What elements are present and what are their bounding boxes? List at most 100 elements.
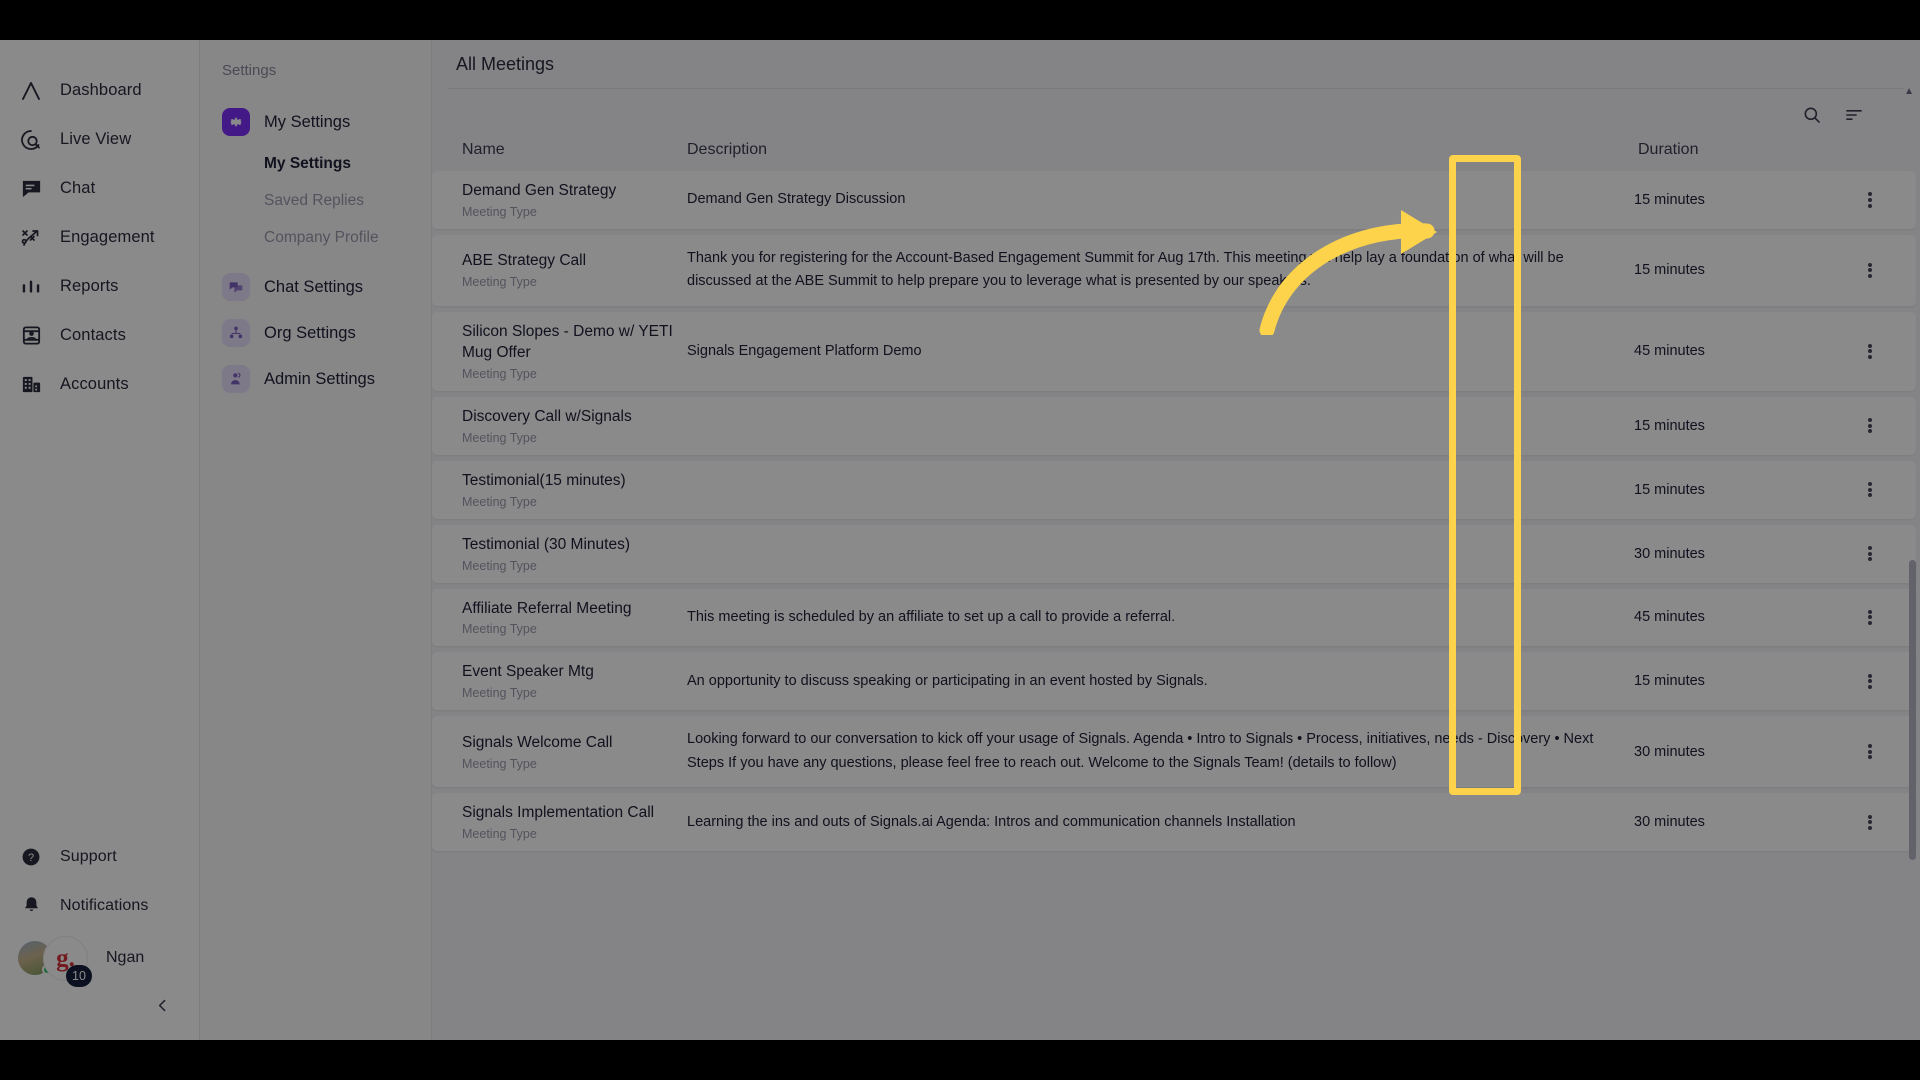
column-header-description: Description bbox=[687, 141, 768, 158]
table-row[interactable]: Testimonial(15 minutes) Meeting Type 15 mi… bbox=[432, 460, 1916, 519]
row-actions-cell bbox=[1824, 342, 1916, 360]
chevron-left-icon[interactable] bbox=[147, 990, 177, 1020]
profile-name: Ngan bbox=[106, 949, 145, 966]
row-name-cell: Signals Implementation Call Meeting Type bbox=[432, 793, 687, 851]
settings-subitem-company-profile[interactable]: Company Profile bbox=[200, 219, 431, 256]
live-view-icon bbox=[18, 127, 44, 153]
row-duration: 15 minutes bbox=[1634, 481, 1705, 498]
row-name-cell: Signals Welcome Call Meeting Type bbox=[432, 723, 687, 781]
row-name-cell: ABE Strategy Call Meeting Type bbox=[432, 241, 687, 299]
table-row[interactable]: Event Speaker Mtg Meeting Type An opportun… bbox=[432, 652, 1916, 711]
notification-count-badge: 10 bbox=[66, 965, 92, 987]
table-row[interactable]: Discovery Call w/Signals Meeting Type 15 m… bbox=[432, 396, 1916, 455]
row-actions-cell bbox=[1824, 480, 1916, 498]
kebab-menu-icon[interactable] bbox=[1824, 261, 1916, 279]
row-title: Testimonial(15 minutes) bbox=[462, 471, 626, 489]
row-subtitle: Meeting Type bbox=[462, 275, 537, 290]
sidebar-item-engagement[interactable]: Engagement bbox=[0, 213, 199, 262]
table-row[interactable]: Silicon Slopes - Demo w/ YETI Mug Offer M… bbox=[432, 311, 1916, 391]
sidebar-item-support[interactable]: ? Support bbox=[0, 832, 199, 881]
sidebar-item-label: Support bbox=[60, 847, 117, 865]
row-name-cell: Demand Gen Strategy Meeting Type bbox=[432, 171, 687, 229]
row-duration-cell: 30 minutes bbox=[1634, 546, 1824, 562]
search-icon[interactable] bbox=[1802, 105, 1822, 125]
sidebar-item-notifications[interactable]: Notifications bbox=[0, 881, 199, 930]
row-name-cell: Discovery Call w/Signals Meeting Type bbox=[432, 397, 687, 455]
sidebar-item-chat[interactable]: Chat bbox=[0, 164, 199, 213]
row-title: Silicon Slopes - Demo w/ YETI Mug Offer bbox=[462, 322, 673, 361]
user-profile[interactable]: g. 10 Ngan bbox=[0, 930, 199, 987]
row-title: Event Speaker Mtg bbox=[462, 663, 594, 681]
settings-item-my-settings[interactable]: My Settings bbox=[200, 99, 431, 145]
scroll-up-arrow[interactable]: ▲ bbox=[1904, 86, 1914, 97]
row-description: This meeting is scheduled by an affiliat… bbox=[687, 608, 1176, 625]
sidebar-top-group: Dashboard Live View Chat Engagement Repo… bbox=[0, 40, 199, 409]
table-row[interactable]: Demand Gen Strategy Meeting Type Demand Ge… bbox=[432, 171, 1916, 229]
settings-subitem-label: My Settings bbox=[264, 154, 351, 172]
row-description: Demand Gen Strategy Discussion bbox=[687, 191, 906, 208]
row-title: Demand Gen Strategy bbox=[462, 182, 617, 199]
row-actions-cell bbox=[1824, 191, 1916, 209]
kebab-menu-icon[interactable] bbox=[1824, 191, 1916, 209]
row-description-cell: Learning the ins and outs of Signals.ai … bbox=[687, 799, 1634, 846]
org-users-icon bbox=[222, 319, 250, 347]
table-row[interactable]: Testimonial (30 Minutes) Meeting Type 30 m… bbox=[432, 524, 1916, 583]
kebab-menu-icon[interactable] bbox=[1824, 743, 1916, 761]
kebab-menu-icon[interactable] bbox=[1824, 480, 1916, 498]
row-duration-cell: 15 minutes bbox=[1634, 673, 1824, 689]
sidebar-item-contacts[interactable]: Contacts bbox=[0, 311, 199, 360]
row-description-cell: Signals Engagement Platform Demo bbox=[687, 328, 1634, 375]
kebab-menu-icon[interactable] bbox=[1824, 342, 1916, 360]
settings-subitem-my-settings[interactable]: My Settings bbox=[200, 145, 431, 182]
kebab-menu-icon[interactable] bbox=[1824, 672, 1916, 690]
row-duration-cell: 15 minutes bbox=[1634, 482, 1824, 498]
sidebar-item-dashboard[interactable]: Dashboard bbox=[0, 66, 199, 115]
chat-icon bbox=[18, 176, 44, 202]
row-duration: 30 minutes bbox=[1634, 814, 1705, 831]
settings-item-label: Admin Settings bbox=[264, 369, 375, 388]
row-actions-cell bbox=[1824, 417, 1916, 435]
row-description: Learning the ins and outs of Signals.ai … bbox=[687, 813, 1296, 830]
sidebar-item-label: Engagement bbox=[60, 228, 155, 246]
row-duration-cell: 30 minutes bbox=[1634, 814, 1824, 830]
sidebar-item-live-view[interactable]: Live View bbox=[0, 115, 199, 164]
settings-subitem-saved-replies[interactable]: Saved Replies bbox=[200, 182, 431, 219]
bell-icon bbox=[18, 893, 44, 919]
kebab-menu-icon[interactable] bbox=[1824, 544, 1916, 562]
table-row[interactable]: ABE Strategy Call Meeting Type Thank you f… bbox=[432, 234, 1916, 306]
table-row[interactable]: Affiliate Referral Meeting Meeting Type Th… bbox=[432, 588, 1916, 647]
settings-subitem-label: Company Profile bbox=[264, 228, 379, 246]
settings-item-admin-settings[interactable]: Admin Settings bbox=[200, 356, 431, 402]
kebab-menu-icon[interactable] bbox=[1824, 813, 1916, 831]
row-duration-cell: 30 minutes bbox=[1634, 744, 1824, 760]
row-duration: 15 minutes bbox=[1634, 673, 1705, 690]
sidebar-item-reports[interactable]: Reports bbox=[0, 262, 199, 311]
kebab-menu-icon[interactable] bbox=[1824, 608, 1916, 626]
table-row[interactable]: Signals Welcome Call Meeting Type Looking … bbox=[432, 716, 1916, 788]
svg-text:?: ? bbox=[28, 852, 34, 864]
scrollbar[interactable]: ▲ ▼ bbox=[1904, 86, 1916, 1040]
kebab-menu-icon[interactable] bbox=[1824, 417, 1916, 435]
row-subtitle: Meeting Type bbox=[462, 366, 537, 381]
row-description-cell: Looking forward to our conversation to k… bbox=[687, 716, 1634, 787]
row-description: Signals Engagement Platform Demo bbox=[687, 342, 922, 359]
row-name-cell: Silicon Slopes - Demo w/ YETI Mug Offer M… bbox=[432, 312, 687, 391]
filter-icon[interactable] bbox=[1844, 105, 1864, 125]
row-actions-cell bbox=[1824, 608, 1916, 626]
row-title: Affiliate Referral Meeting bbox=[462, 599, 632, 617]
table-row[interactable]: Signals Implementation Call Meeting Type L… bbox=[432, 793, 1916, 852]
sidebar-item-accounts[interactable]: Accounts bbox=[0, 360, 199, 409]
row-description bbox=[687, 542, 1634, 566]
sidebar-item-label: Reports bbox=[60, 277, 119, 295]
meetings-table: Demand Gen Strategy Meeting Type Demand Ge… bbox=[432, 171, 1920, 852]
row-duration-cell: 15 minutes bbox=[1634, 418, 1824, 434]
scrollbar-thumb[interactable] bbox=[1909, 560, 1916, 860]
row-subtitle: Meeting Type bbox=[462, 622, 537, 637]
settings-item-org-settings[interactable]: Org Settings bbox=[200, 310, 431, 356]
settings-item-chat-settings[interactable]: Chat Settings bbox=[200, 264, 431, 310]
row-duration-cell: 15 minutes bbox=[1634, 192, 1824, 208]
sidebar-item-label: Chat bbox=[60, 179, 96, 197]
row-actions-cell bbox=[1824, 672, 1916, 690]
row-subtitle: Meeting Type bbox=[462, 686, 537, 701]
sidebar-item-label: Accounts bbox=[60, 375, 129, 393]
